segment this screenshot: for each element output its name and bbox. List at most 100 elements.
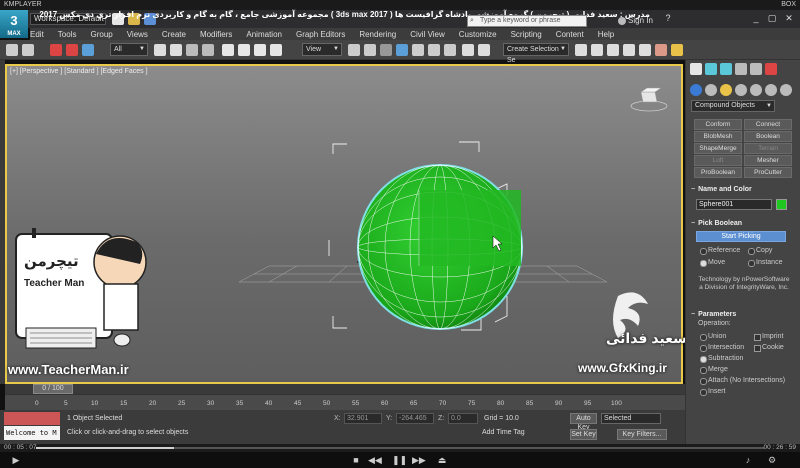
settings-gear-icon[interactable]: ⚙	[766, 454, 778, 466]
shapemerge-button[interactable]: ShapeMerge	[694, 143, 742, 154]
window-crossing-icon[interactable]	[202, 44, 214, 56]
redo-icon[interactable]	[22, 44, 34, 56]
mirror-icon[interactable]	[478, 44, 490, 56]
schematic-view-icon[interactable]	[639, 44, 651, 56]
connect-button[interactable]: Connect	[744, 119, 792, 130]
pivot-center-icon[interactable]	[348, 44, 360, 56]
named-selection-set-dropdown[interactable]: Create Selection Se ▼	[503, 43, 569, 64]
union-radio[interactable]: Union	[700, 332, 726, 342]
next-icon[interactable]: ▶▶	[412, 454, 426, 466]
menu-edit[interactable]: Edit	[30, 30, 44, 39]
helpers-category-icon[interactable]	[750, 84, 762, 96]
menu-tools[interactable]: Tools	[58, 30, 77, 39]
pause-icon[interactable]: ❚❚	[392, 454, 407, 466]
search-input[interactable]: ⌕ Type a keyword or phrase	[467, 15, 587, 27]
selection-filter-dropdown[interactable]: All ▼	[110, 43, 148, 56]
blobmesh-button[interactable]: BlobMesh	[694, 131, 742, 142]
insert-radio[interactable]: Insert	[700, 387, 726, 397]
unlink-icon[interactable]	[66, 44, 78, 56]
material-editor-icon[interactable]	[655, 44, 667, 56]
minimize-button[interactable]: _	[750, 12, 762, 24]
auto-key-button[interactable]: Auto Key	[570, 413, 597, 431]
snaps-toggle-icon[interactable]	[396, 44, 408, 56]
maxscript-listener-input[interactable]: Welcome to M	[4, 426, 60, 440]
parameters-rollout[interactable]: Parameters	[691, 309, 796, 320]
set-key-button[interactable]: Set Key	[570, 429, 597, 440]
z-coordinate-field[interactable]: 0.0	[448, 413, 478, 424]
loft-button[interactable]: Loft	[694, 155, 742, 166]
curve-editor-icon[interactable]	[623, 44, 635, 56]
menu-group[interactable]: Group	[90, 30, 112, 39]
undo-icon[interactable]	[6, 44, 18, 56]
sign-in-button[interactable]: Sign In	[618, 15, 653, 27]
spinner-snap-icon[interactable]	[444, 44, 456, 56]
proboolean-button[interactable]: ProBoolean	[694, 167, 742, 178]
procutter-button[interactable]: ProCutter	[744, 167, 792, 178]
subtraction-radio[interactable]: Subtraction	[700, 354, 743, 364]
modify-tab-icon[interactable]	[705, 63, 717, 75]
intersection-radio[interactable]: Intersection	[700, 343, 744, 353]
place-icon[interactable]	[270, 44, 282, 56]
menu-graph-editors[interactable]: Graph Editors	[296, 30, 345, 39]
boolean-button[interactable]: Boolean	[744, 131, 792, 142]
menu-animation[interactable]: Animation	[246, 30, 282, 39]
instance-radio[interactable]: Instance	[748, 258, 782, 268]
link-icon[interactable]	[50, 44, 62, 56]
object-color-swatch[interactable]	[776, 199, 787, 210]
key-mode-dropdown[interactable]: Selected	[601, 413, 661, 424]
select-rotate-icon[interactable]	[238, 44, 250, 56]
systems-category-icon[interactable]	[780, 84, 792, 96]
menu-views[interactable]: Views	[127, 30, 148, 39]
key-filters-button[interactable]: Key Filters...	[617, 429, 667, 440]
reference-radio[interactable]: Reference	[700, 246, 740, 256]
cameras-category-icon[interactable]	[735, 84, 747, 96]
progress-track[interactable]	[36, 447, 764, 449]
menu-civil-view[interactable]: Civil View	[410, 30, 445, 39]
select-by-name-icon[interactable]	[170, 44, 182, 56]
select-manipulate-icon[interactable]	[364, 44, 376, 56]
restore-button[interactable]: ▢	[766, 12, 778, 24]
hierarchy-tab-icon[interactable]	[720, 63, 732, 75]
utilities-tab-icon[interactable]	[765, 63, 777, 75]
play-icon[interactable]: ▶	[10, 454, 22, 466]
copy-radio[interactable]: Copy	[748, 246, 772, 256]
menu-customize[interactable]: Customize	[459, 30, 497, 39]
terrain-button[interactable]: Terrain	[744, 143, 792, 154]
help-button[interactable]: ?	[662, 12, 674, 24]
max-app-logo[interactable]: 3 MAX	[0, 10, 28, 38]
name-and-color-rollout[interactable]: Name and Color	[691, 184, 796, 195]
display-tab-icon[interactable]	[750, 63, 762, 75]
geometry-category-icon[interactable]	[690, 84, 702, 96]
create-tab-icon[interactable]	[690, 63, 702, 75]
volume-icon[interactable]: ♪	[742, 454, 754, 466]
menu-create[interactable]: Create	[162, 30, 186, 39]
select-move-icon[interactable]	[222, 44, 234, 56]
select-object-icon[interactable]	[154, 44, 166, 56]
bind-space-warp-icon[interactable]	[82, 44, 94, 56]
menu-scripting[interactable]: Scripting	[511, 30, 542, 39]
close-button[interactable]: ✕	[783, 12, 795, 24]
track-bar[interactable]: 0 5 10 15 20 25 30 35 40 45 50 55 60 65 …	[5, 394, 685, 410]
conform-button[interactable]: Conform	[694, 119, 742, 130]
pick-boolean-rollout[interactable]: Pick Boolean	[691, 218, 796, 229]
shapes-category-icon[interactable]	[705, 84, 717, 96]
menu-rendering[interactable]: Rendering	[359, 30, 396, 39]
viewcube-icon[interactable]	[629, 78, 669, 118]
attach-no-intersections-radio[interactable]: Attach (No Intersections)	[700, 376, 785, 386]
x-coordinate-field[interactable]: 32.901	[344, 413, 382, 424]
align-icon[interactable]	[575, 44, 587, 56]
keyboard-shortcut-icon[interactable]	[380, 44, 392, 56]
scene-explorer-icon[interactable]	[607, 44, 619, 56]
spacewarps-category-icon[interactable]	[765, 84, 777, 96]
percent-snap-icon[interactable]	[428, 44, 440, 56]
select-scale-icon[interactable]	[254, 44, 266, 56]
maxscript-mini-listener[interactable]	[4, 412, 60, 425]
stop-icon[interactable]: ■	[350, 454, 362, 466]
layer-explorer-icon[interactable]	[591, 44, 603, 56]
object-name-field[interactable]: Sphere001	[696, 199, 772, 210]
edit-named-selection-icon[interactable]	[462, 44, 474, 56]
rect-selection-icon[interactable]	[186, 44, 198, 56]
imprint-checkbox[interactable]: Imprint	[754, 332, 783, 342]
time-slider-thumb[interactable]: 0 / 100	[33, 384, 73, 394]
y-coordinate-field[interactable]: -264.465	[396, 413, 434, 424]
